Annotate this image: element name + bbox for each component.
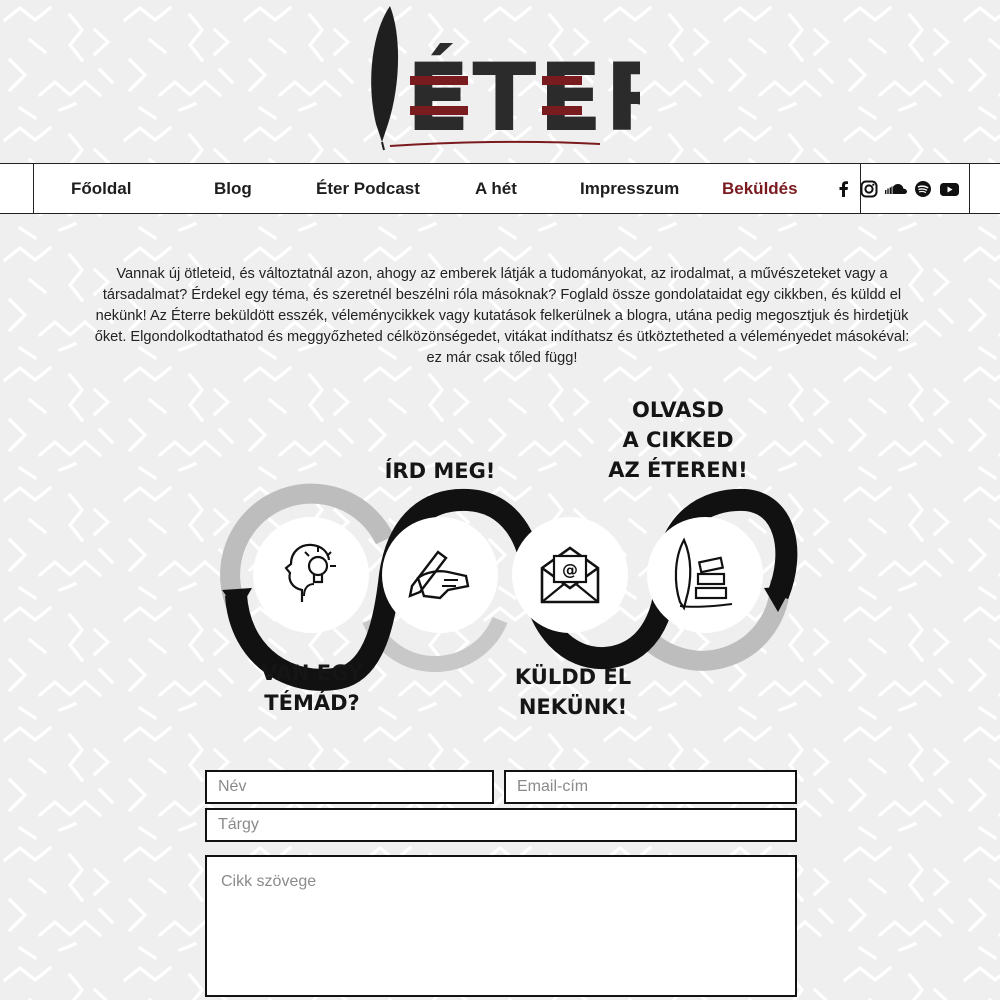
name-input[interactable] bbox=[205, 770, 494, 804]
youtube-icon[interactable] bbox=[939, 180, 960, 198]
instagram-icon[interactable] bbox=[860, 180, 878, 198]
nav-item-impresszum[interactable]: Impresszum bbox=[580, 164, 679, 213]
step-label-2: ÍRD MEG! bbox=[384, 459, 496, 483]
article-text-input[interactable] bbox=[205, 855, 797, 997]
step-label-4: OLVASD A CIKKED AZ ÉTEREN! bbox=[608, 398, 748, 482]
svg-text:ÉTER: ÉTER bbox=[406, 42, 640, 152]
head-lightbulb-icon bbox=[284, 543, 336, 602]
nav-menu: Főoldal Blog Éter Podcast A hét Impressz… bbox=[33, 163, 970, 214]
nav-item-a-het[interactable]: A hét bbox=[475, 164, 517, 213]
nav-item-bekuldes[interactable]: Beküldés bbox=[722, 164, 798, 213]
intro-text: Vannak új ötleteid, és változtatnál azon… bbox=[94, 266, 910, 366]
subject-input[interactable] bbox=[205, 808, 797, 842]
site-logo[interactable]: ÉTER bbox=[360, 2, 640, 152]
email-input[interactable] bbox=[504, 770, 797, 804]
envelope-email-icon: @ bbox=[540, 546, 600, 604]
quill-logo-icon: ÉTER bbox=[371, 6, 640, 152]
main-navigation: Főoldal Blog Éter Podcast A hét Impressz… bbox=[0, 163, 1000, 214]
nav-item-eter-podcast[interactable]: Éter Podcast bbox=[316, 164, 420, 213]
submission-process-graphic: @ VAN EGY TÉMÁD? ÍRD MEG! KÜLDD EL NEKÜN… bbox=[200, 390, 820, 730]
svg-text:@: @ bbox=[562, 560, 578, 579]
nav-item-fooldal[interactable]: Főoldal bbox=[71, 164, 131, 213]
quill-books-icon bbox=[674, 537, 733, 611]
step-label-1: VAN EGY TÉMÁD? bbox=[260, 661, 364, 715]
facebook-icon[interactable] bbox=[835, 180, 853, 198]
soundcloud-icon[interactable] bbox=[884, 180, 908, 198]
step-label-3: KÜLDD EL NEKÜNK! bbox=[514, 665, 632, 719]
nav-item-blog[interactable]: Blog bbox=[214, 164, 252, 213]
spotify-icon[interactable] bbox=[914, 180, 932, 198]
hand-writing-icon bbox=[408, 550, 470, 600]
